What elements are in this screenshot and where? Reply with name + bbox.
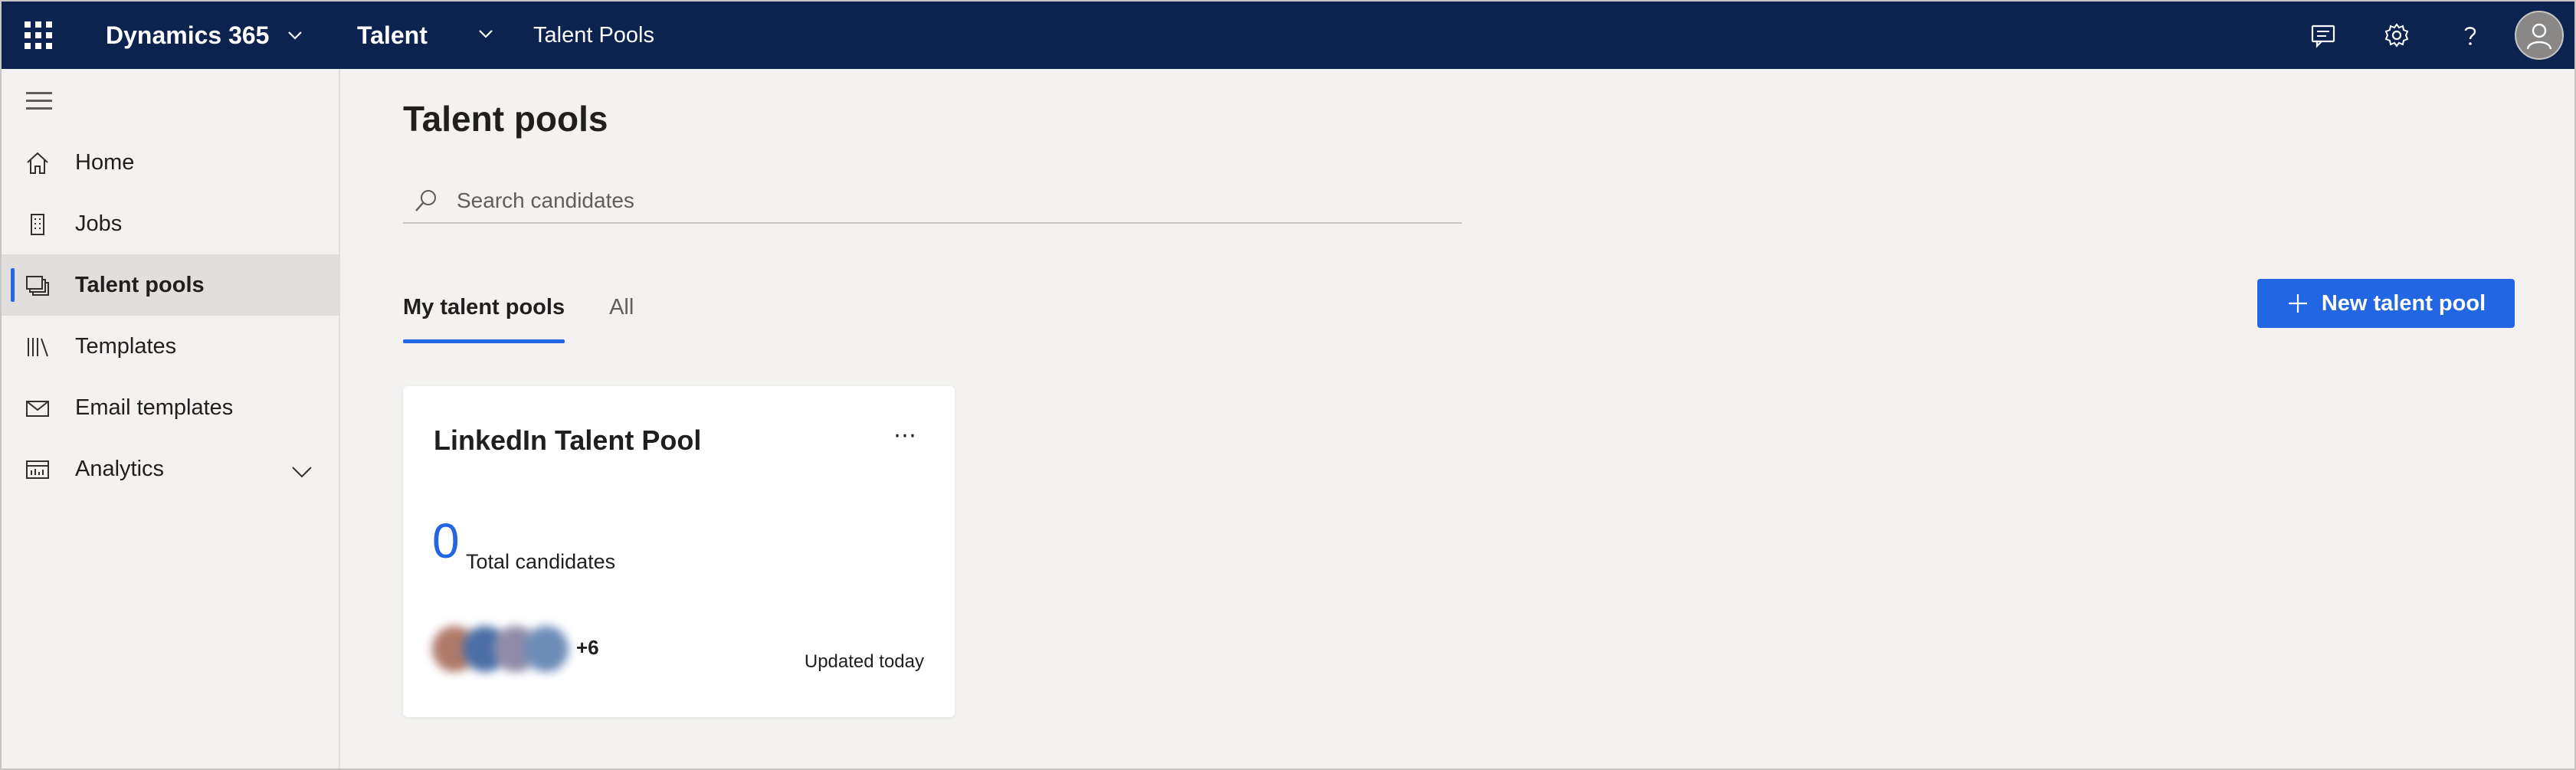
talent-pool-card[interactable]: LinkedIn Talent Pool ⋯ 0 Total candidate… — [403, 386, 955, 717]
sidebar-item-label: Analytics — [75, 456, 165, 481]
new-talent-pool-button[interactable]: New talent pool — [2257, 279, 2515, 328]
search-icon — [415, 190, 436, 211]
app-suite-label: Dynamics 365 — [106, 21, 270, 49]
sidebar-item-analytics[interactable]: Analytics — [2, 438, 339, 500]
app-suite-switcher[interactable]: Dynamics 365 — [106, 18, 304, 52]
card-title: LinkedIn Talent Pool — [434, 424, 702, 456]
chevron-down-icon[interactable] — [288, 458, 316, 486]
feedback-button[interactable] — [2286, 2, 2360, 69]
page-title: Talent pools — [403, 99, 608, 139]
sidebar-item-label: Jobs — [75, 211, 123, 236]
more-members-count: +6 — [576, 636, 599, 659]
member-avatars[interactable]: +6 — [426, 616, 599, 682]
feedback-icon — [2311, 25, 2335, 48]
search-box[interactable] — [403, 178, 1462, 224]
more-options-icon[interactable]: ⋯ — [886, 420, 926, 451]
library-icon — [28, 338, 48, 357]
settings-button[interactable] — [2360, 2, 2433, 69]
app-name[interactable]: Talent — [357, 18, 428, 52]
main-content: Talent pools My talent pools All New tal… — [340, 69, 2574, 768]
sidebar-item-templates[interactable]: Templates — [2, 316, 339, 377]
updated-timestamp: Updated today — [804, 651, 924, 672]
sidebar-item-talent-pools[interactable]: Talent pools — [2, 254, 339, 316]
user-avatar-icon[interactable] — [2515, 11, 2564, 60]
chevron-down-icon — [288, 31, 303, 40]
topbar-actions — [2286, 2, 2574, 69]
app-chevron-down-icon[interactable] — [477, 25, 495, 43]
breadcrumb[interactable]: Talent Pools — [533, 18, 654, 52]
person-icon — [2526, 23, 2552, 50]
avatar — [524, 626, 569, 672]
new-talent-pool-label: New talent pool — [2321, 290, 2486, 316]
tab-all[interactable]: All — [609, 273, 634, 342]
building-icon — [31, 214, 44, 235]
help-button[interactable] — [2433, 2, 2507, 69]
sidebar-nav: Home Jobs Talent pools Templates Email t… — [2, 132, 339, 500]
sidebar-item-jobs[interactable]: Jobs — [2, 193, 339, 254]
sidebar-item-label: Email templates — [75, 395, 234, 420]
candidate-count-label: Total candidates — [466, 550, 616, 573]
plus-icon — [2288, 294, 2307, 313]
gear-icon — [2384, 23, 2409, 48]
top-bar: Dynamics 365 Talent Talent Pools — [2, 2, 2574, 69]
hamburger-menu-icon[interactable] — [26, 92, 52, 113]
tab-my-talent-pools[interactable]: My talent pools — [403, 273, 565, 343]
sidebar-item-email-templates[interactable]: Email templates — [2, 377, 339, 438]
talent-pool-icon — [26, 276, 49, 296]
sidebar-item-label: Talent pools — [75, 272, 205, 297]
help-icon — [2464, 27, 2476, 45]
app-window: Dynamics 365 Talent Talent Pools Home Jo… — [0, 0, 2576, 770]
home-icon — [27, 152, 48, 174]
sidebar-item-label: Templates — [75, 333, 177, 359]
candidate-count: 0 — [432, 513, 460, 568]
search-input[interactable] — [457, 184, 1437, 218]
waffle-icon[interactable] — [25, 21, 52, 49]
sidebar-item-label: Home — [75, 149, 135, 175]
analytics-icon — [26, 460, 49, 479]
mail-icon — [26, 401, 49, 417]
sidebar: Home Jobs Talent pools Templates Email t… — [2, 69, 340, 768]
tab-list: My talent pools All — [403, 273, 678, 343]
sidebar-item-home[interactable]: Home — [2, 132, 339, 193]
